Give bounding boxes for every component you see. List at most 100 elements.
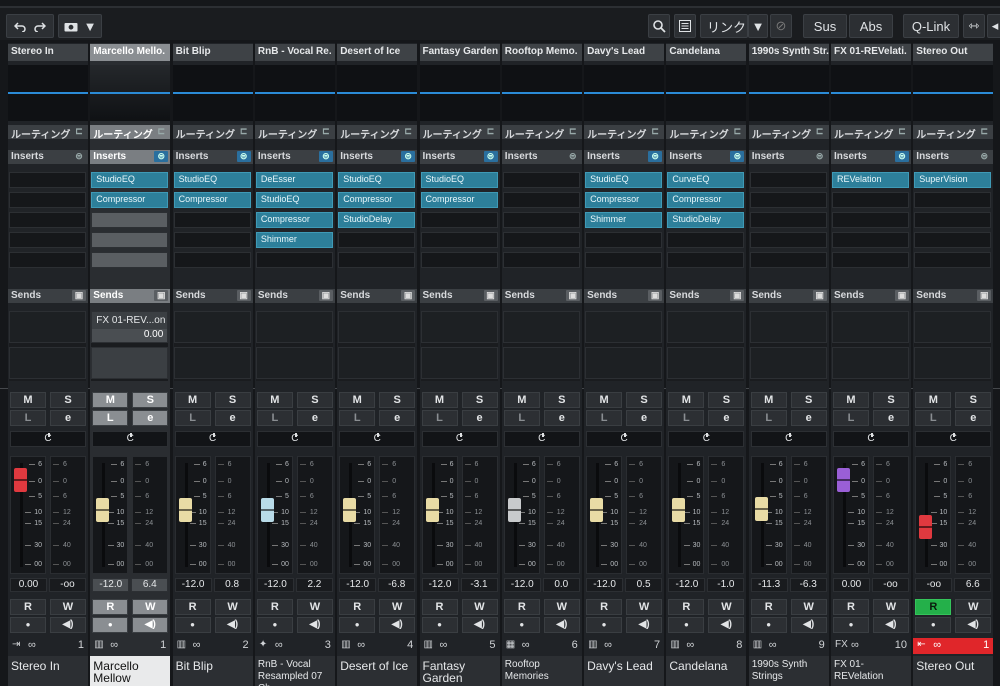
volume-value[interactable]: -12.0 bbox=[421, 578, 459, 592]
listen-button[interactable]: L bbox=[256, 410, 293, 426]
scroll-left-button[interactable]: ◂ bbox=[987, 14, 1000, 38]
edit-channel-button[interactable]: e bbox=[955, 410, 992, 426]
peak-value[interactable]: -6.3 bbox=[789, 578, 827, 592]
inserts-header[interactable]: Inserts ⊜ bbox=[337, 150, 418, 164]
send-slot[interactable] bbox=[255, 311, 333, 343]
pan-control[interactable]: C bbox=[174, 431, 251, 447]
monitor-button[interactable]: ● bbox=[750, 617, 787, 633]
sends-header[interactable]: Sends ▣ bbox=[337, 289, 418, 303]
pan-control[interactable]: C bbox=[256, 431, 333, 447]
inserts-header[interactable]: Inserts ⊜ bbox=[831, 150, 911, 164]
write-automation-button[interactable]: W bbox=[543, 599, 580, 615]
volume-fader[interactable]: 6 0 5 10 15 30 00 bbox=[503, 456, 540, 574]
volume-value[interactable]: -11.3 bbox=[750, 578, 788, 592]
pan-control[interactable]: C bbox=[339, 431, 416, 447]
insert-slot[interactable]: StudioEQ bbox=[585, 172, 663, 188]
fader-cap[interactable] bbox=[260, 498, 274, 522]
volume-fader[interactable]: 6 0 5 10 15 30 00 bbox=[586, 456, 623, 574]
insert-slot[interactable] bbox=[914, 192, 992, 208]
send-slot[interactable] bbox=[9, 311, 86, 343]
write-automation-button[interactable]: W bbox=[626, 599, 663, 615]
pan-control[interactable]: C bbox=[421, 431, 498, 447]
write-automation-button[interactable]: W bbox=[379, 599, 416, 615]
link-icon[interactable]: ∞ bbox=[604, 639, 612, 651]
write-automation-button[interactable]: W bbox=[461, 599, 498, 615]
mute-button[interactable]: M bbox=[92, 392, 129, 408]
monitor-button[interactable]: ● bbox=[833, 617, 869, 633]
insert-slot[interactable] bbox=[502, 212, 580, 228]
volume-value[interactable]: -12.0 bbox=[92, 578, 130, 592]
edit-channel-button[interactable]: e bbox=[296, 410, 333, 426]
listen-button[interactable]: L bbox=[421, 410, 458, 426]
write-automation-button[interactable]: W bbox=[296, 599, 333, 615]
inserts-header[interactable]: Inserts ⊜ bbox=[8, 150, 88, 164]
read-automation-button[interactable]: R bbox=[503, 599, 540, 615]
channel-name-bottom[interactable]: FX 01-REVelation bbox=[831, 656, 911, 686]
read-automation-button[interactable]: R bbox=[668, 599, 705, 615]
undo-icon[interactable] bbox=[14, 20, 26, 32]
send-slot[interactable] bbox=[173, 347, 251, 379]
fader-cap[interactable] bbox=[14, 468, 27, 492]
send-slot[interactable] bbox=[420, 347, 498, 379]
abs-button[interactable]: Abs bbox=[849, 14, 893, 38]
inserts-power-icon[interactable]: ⊜ bbox=[318, 151, 333, 162]
channel-list-button[interactable] bbox=[674, 14, 696, 38]
send-slot[interactable] bbox=[91, 347, 169, 379]
insert-slot[interactable] bbox=[9, 172, 86, 188]
write-automation-button[interactable]: W bbox=[708, 599, 745, 615]
channel-name-top[interactable]: Rooftop Memo. bbox=[501, 44, 582, 61]
edit-channel-button[interactable]: e bbox=[379, 410, 416, 426]
volume-fader[interactable]: 6 0 5 10 15 30 00 bbox=[174, 456, 211, 574]
insert-slot[interactable] bbox=[91, 232, 169, 248]
read-automation-button[interactable]: R bbox=[92, 599, 129, 615]
insert-slot[interactable] bbox=[420, 212, 498, 228]
fader-cap[interactable] bbox=[837, 468, 850, 492]
inserts-header[interactable]: Inserts ⊜ bbox=[254, 150, 335, 164]
send-slot[interactable] bbox=[749, 347, 827, 379]
sends-pin-icon[interactable]: ▣ bbox=[154, 290, 169, 301]
insert-slot[interactable] bbox=[585, 232, 663, 248]
volume-value[interactable]: -12.0 bbox=[586, 578, 624, 592]
routing-header[interactable]: ルーティング ⊏ bbox=[584, 125, 665, 141]
solo-button[interactable]: S bbox=[296, 392, 333, 408]
inserts-header[interactable]: Inserts ⊜ bbox=[501, 150, 582, 164]
volume-value[interactable]: -12.0 bbox=[256, 578, 294, 592]
channel-name-top[interactable]: Stereo In bbox=[8, 44, 88, 61]
insert-slot[interactable] bbox=[749, 192, 827, 208]
volume-value[interactable]: 0.00 bbox=[10, 578, 47, 592]
channel-name-bottom[interactable]: 1990s Synth Strings bbox=[748, 656, 829, 686]
fader-cap[interactable] bbox=[343, 498, 357, 522]
channel-name-bottom[interactable]: Marcello Mellow bbox=[90, 656, 171, 686]
speaker-icon[interactable]: ◀) bbox=[132, 617, 169, 633]
fader-cap[interactable] bbox=[425, 498, 439, 522]
insert-slot[interactable] bbox=[832, 212, 909, 228]
edit-channel-button[interactable]: e bbox=[50, 410, 86, 426]
peak-value[interactable]: 6.4 bbox=[131, 578, 169, 592]
channel-name-top[interactable]: Marcello Mello. bbox=[90, 44, 171, 61]
insert-slot[interactable] bbox=[9, 252, 86, 268]
insert-slot[interactable]: Compressor bbox=[338, 192, 416, 208]
search-button[interactable] bbox=[648, 14, 670, 38]
channel-name-top[interactable]: Stereo Out bbox=[913, 44, 994, 61]
volume-fader[interactable]: 6 0 5 10 15 30 00 bbox=[339, 456, 376, 574]
insert-slot[interactable] bbox=[420, 252, 498, 268]
mute-button[interactable]: M bbox=[750, 392, 787, 408]
send-slot[interactable] bbox=[667, 347, 745, 379]
inserts-header[interactable]: Inserts ⊜ bbox=[913, 150, 994, 164]
solo-button[interactable]: S bbox=[214, 392, 251, 408]
fader-cap[interactable] bbox=[672, 498, 686, 522]
edit-channel-button[interactable]: e bbox=[214, 410, 251, 426]
insert-slot[interactable] bbox=[9, 212, 86, 228]
volume-value[interactable]: -12.0 bbox=[503, 578, 541, 592]
listen-button[interactable]: L bbox=[668, 410, 705, 426]
insert-slot[interactable] bbox=[255, 252, 333, 268]
routing-header[interactable]: ルーティング ⊏ bbox=[419, 125, 500, 141]
monitor-button[interactable]: ● bbox=[668, 617, 705, 633]
sus-button[interactable]: Sus bbox=[803, 14, 847, 38]
pan-control[interactable]: C bbox=[10, 431, 86, 447]
send-slot[interactable] bbox=[585, 347, 663, 379]
send-slot[interactable] bbox=[9, 347, 86, 379]
insert-slot[interactable] bbox=[749, 232, 827, 248]
edit-channel-button[interactable]: e bbox=[626, 410, 663, 426]
insert-slot[interactable] bbox=[173, 232, 251, 248]
